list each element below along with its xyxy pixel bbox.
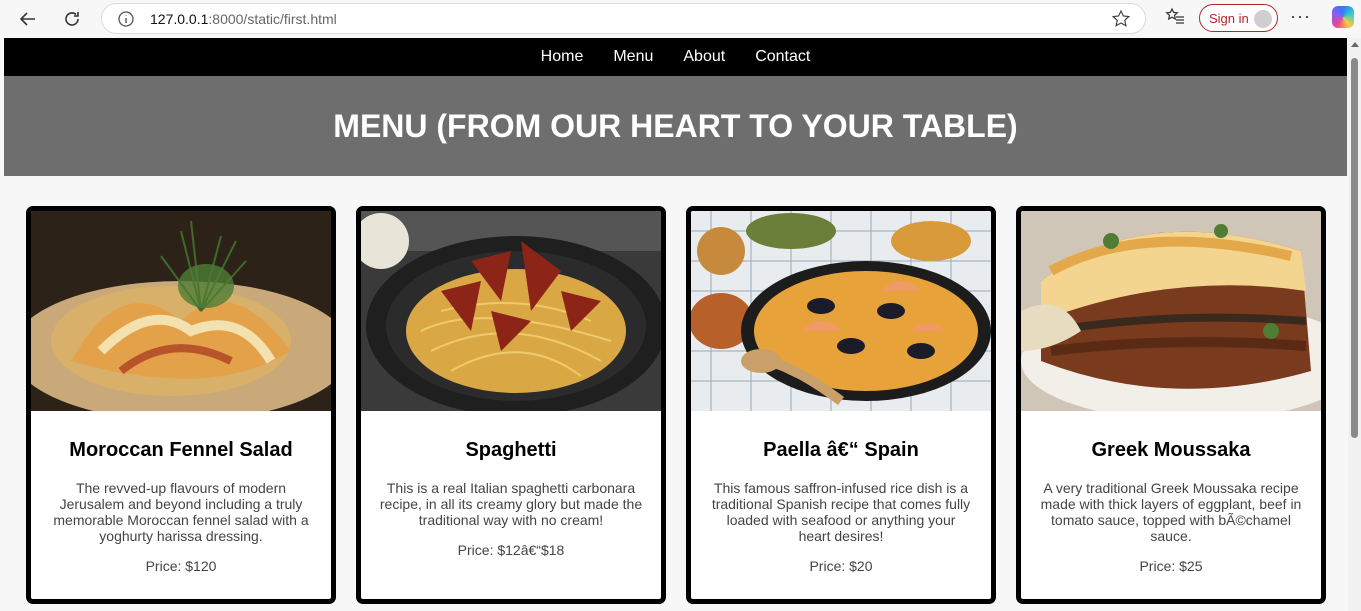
card-description: The revved-up flavours of modern Jerusal… [53, 480, 309, 544]
back-button[interactable] [14, 5, 42, 33]
url-path: :8000/static/first.html [208, 11, 337, 27]
page-viewport: Home Menu About Contact MENU (FROM OUR H… [4, 38, 1347, 611]
menu-card: Paella â€“ Spain This famous saffron-inf… [686, 206, 996, 604]
nav-home-link[interactable]: Home [541, 48, 584, 66]
card-price: Price: $20 [809, 558, 873, 574]
scroll-up-icon[interactable] [1351, 42, 1359, 47]
card-description: This is a real Italian spaghetti carbona… [379, 480, 643, 528]
card-title: Paella â€“ Spain [763, 439, 919, 461]
card-title: Moroccan Fennel Salad [69, 439, 293, 461]
favorite-star-icon[interactable] [1111, 9, 1131, 29]
sign-in-label: Sign in [1209, 11, 1249, 26]
menu-cards: Moroccan Fennel Salad The revved-up flav… [26, 206, 1326, 604]
more-options-icon[interactable]: ··· [1290, 6, 1311, 27]
address-bar[interactable]: 127.0.0.1:8000/static/first.html [101, 3, 1146, 34]
card-price: Price: $12â€“$18 [457, 542, 565, 558]
back-arrow-icon [19, 12, 35, 26]
nav-about-link[interactable]: About [683, 48, 725, 66]
menu-card: Moroccan Fennel Salad The revved-up flav… [26, 206, 336, 604]
browser-toolbar: 127.0.0.1:8000/static/first.html Sign in… [0, 0, 1361, 38]
hero-banner: MENU (FROM OUR HEART TO YOUR TABLE) [4, 76, 1347, 176]
reload-icon [65, 12, 79, 26]
card-title: Spaghetti [465, 439, 557, 461]
favorites-list-icon[interactable] [1164, 6, 1186, 28]
card-title: Greek Moussaka [1091, 439, 1251, 461]
card-description: This famous saffron-infused rice dish is… [711, 480, 971, 544]
card-description: A very traditional Greek Moussaka recipe… [1040, 480, 1302, 544]
site-nav: Home Menu About Contact [4, 38, 1347, 76]
page-scrollbar[interactable] [1348, 38, 1361, 611]
sign-in-button[interactable]: Sign in [1199, 4, 1278, 32]
greek-moussaka-image [1021, 211, 1321, 411]
copilot-icon[interactable] [1332, 6, 1354, 28]
menu-card: Greek Moussaka A very traditional Greek … [1016, 206, 1326, 604]
nav-menu-link[interactable]: Menu [613, 48, 653, 66]
page-title: MENU (FROM OUR HEART TO YOUR TABLE) [333, 107, 1018, 144]
card-price: Price: $25 [1139, 558, 1203, 574]
url-text: 127.0.0.1:8000/static/first.html [150, 11, 337, 27]
paella-image [691, 211, 991, 411]
moroccan-fennel-salad-image [31, 211, 331, 411]
card-price: Price: $120 [145, 558, 217, 574]
profile-avatar-icon [1254, 10, 1272, 28]
nav-contact-link[interactable]: Contact [755, 48, 810, 66]
url-host: 127.0.0.1 [150, 11, 209, 27]
scrollbar-thumb[interactable] [1351, 58, 1358, 438]
spaghetti-image [361, 211, 661, 411]
menu-card: Spaghetti This is a real Italian spaghet… [356, 206, 666, 604]
site-info-icon[interactable] [118, 11, 134, 27]
reload-button[interactable] [58, 5, 86, 33]
